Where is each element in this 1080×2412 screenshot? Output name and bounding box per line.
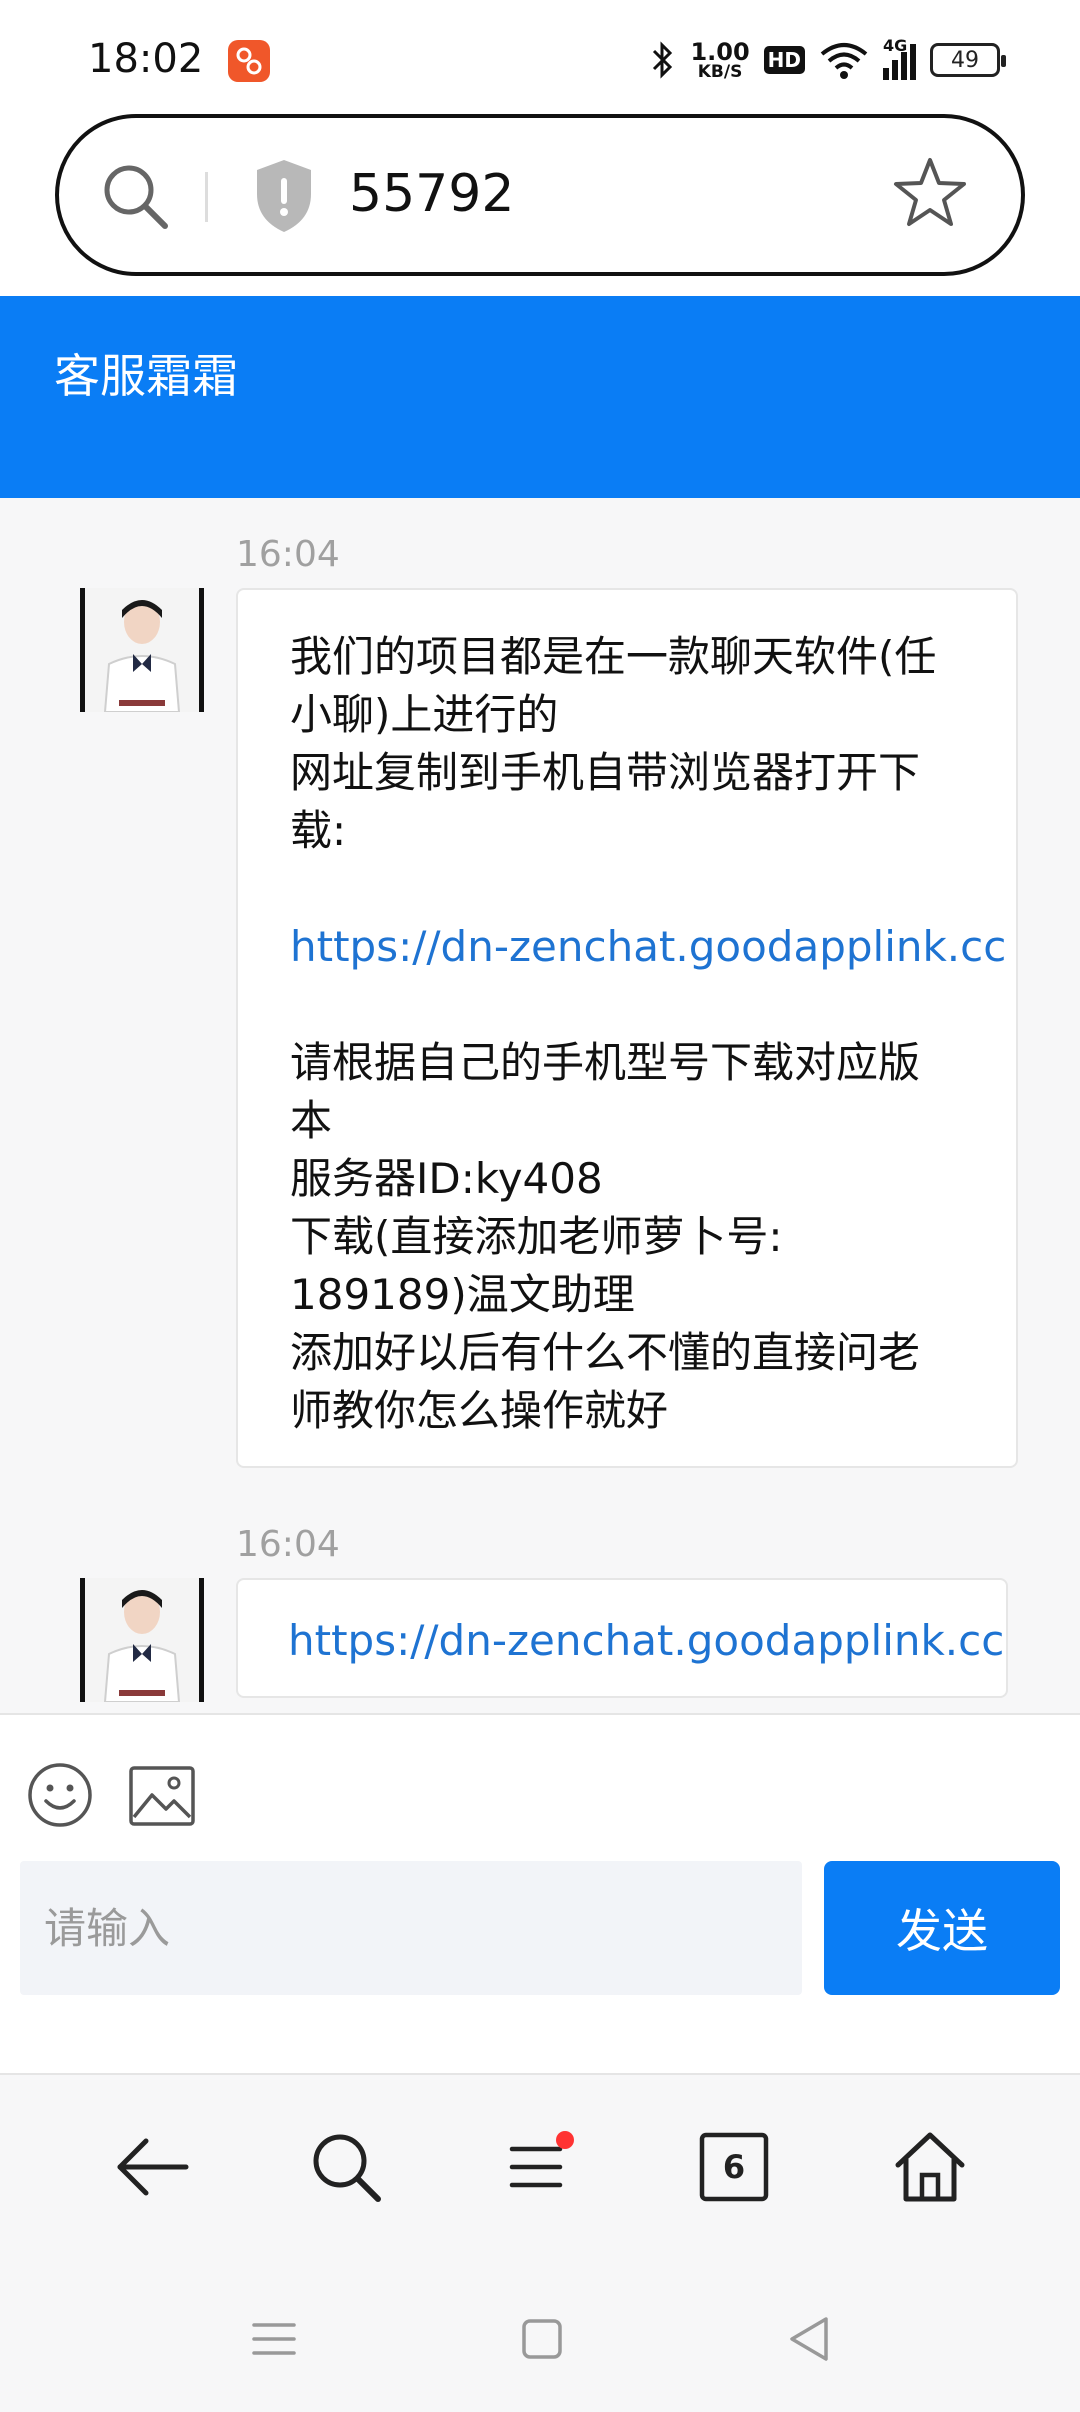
battery-indicator: 49 xyxy=(930,43,1006,77)
app-notification-icon xyxy=(228,40,270,82)
message-text-line: 小聊)上进行的 xyxy=(290,690,559,739)
chat-messages[interactable]: 16:04 我们的项目都是在一款聊天软件(任 小聊)上进行的 网址复制到手机自带… xyxy=(0,498,1080,1713)
message-link[interactable]: https://dn-zenchat.goodapplink.cc xyxy=(288,1612,1004,1670)
hd-badge: HD xyxy=(763,46,805,74)
message-text-line: 189189)温文助理 xyxy=(290,1270,635,1319)
address-divider xyxy=(205,172,208,222)
message-time: 16:04 xyxy=(236,1524,340,1565)
back-triangle-icon[interactable] xyxy=(780,2309,840,2369)
search-icon[interactable] xyxy=(306,2127,386,2207)
status-bar: 18:02 1.00 KB/S HD 4G 49 xyxy=(0,0,1080,115)
home-button-icon[interactable] xyxy=(512,2309,572,2369)
bluetooth-icon xyxy=(653,41,673,79)
message-bubble[interactable]: https://dn-zenchat.goodapplink.cc xyxy=(236,1578,1008,1698)
message-link[interactable]: https://dn-zenchat.goodapplink.cc xyxy=(290,918,1006,976)
shield-icon[interactable] xyxy=(251,156,317,236)
tabs-icon[interactable]: 6 xyxy=(694,2127,774,2207)
message-input[interactable] xyxy=(20,1861,802,1995)
message-text-line: 添加好以后有什么不懂的直接问老 xyxy=(290,1328,921,1377)
image-icon[interactable] xyxy=(128,1765,196,1827)
message-composer: 发送 xyxy=(0,1713,1080,2073)
star-icon[interactable] xyxy=(891,154,969,232)
browser-toolbar: 6 xyxy=(0,2073,1080,2263)
message-text-line: 请根据自己的手机型号下载对应版 xyxy=(290,1038,921,1087)
avatar[interactable] xyxy=(80,588,204,712)
send-button[interactable]: 发送 xyxy=(824,1861,1060,1995)
address-text[interactable]: 55792 xyxy=(349,164,514,224)
status-time: 18:02 xyxy=(88,36,204,82)
message-bubble[interactable]: 我们的项目都是在一款聊天软件(任 小聊)上进行的 网址复制到手机自带浏览器打开下… xyxy=(236,588,1018,1468)
message-text-line: 网址复制到手机自带浏览器打开下 xyxy=(290,748,921,797)
search-icon[interactable] xyxy=(97,158,173,234)
back-arrow-icon[interactable] xyxy=(112,2127,192,2207)
address-bar[interactable]: 55792 xyxy=(55,114,1025,276)
wifi-icon xyxy=(820,43,868,79)
home-icon[interactable] xyxy=(890,2127,970,2207)
chat-title: 客服霜霜 xyxy=(54,349,238,403)
status-icons: 1.00 KB/S HD 4G 49 xyxy=(650,34,1006,86)
message-text-line: 师教你怎么操作就好 xyxy=(290,1386,669,1435)
network-speed: 1.00 KB/S xyxy=(690,37,750,82)
message-text-line: 载: xyxy=(290,806,347,855)
message-text-line: 本 xyxy=(290,1096,333,1145)
message-time: 16:04 xyxy=(236,534,340,575)
tab-count: 6 xyxy=(722,2148,746,2186)
avatar[interactable] xyxy=(80,1578,204,1702)
chat-header: 客服霜霜 xyxy=(0,296,1080,498)
emoji-icon[interactable] xyxy=(26,1761,94,1829)
cellular-signal-icon: 4G xyxy=(883,36,916,80)
message-text-line: 我们的项目都是在一款聊天软件(任 xyxy=(290,632,937,681)
notification-dot xyxy=(556,2131,574,2149)
message-text-line: 下载(直接添加老师萝卜号: xyxy=(290,1212,783,1261)
menu-icon[interactable] xyxy=(500,2127,580,2207)
recent-apps-icon[interactable] xyxy=(244,2309,304,2369)
message-text-line: 服务器ID:ky408 xyxy=(290,1154,603,1203)
system-navigation xyxy=(0,2263,1080,2412)
